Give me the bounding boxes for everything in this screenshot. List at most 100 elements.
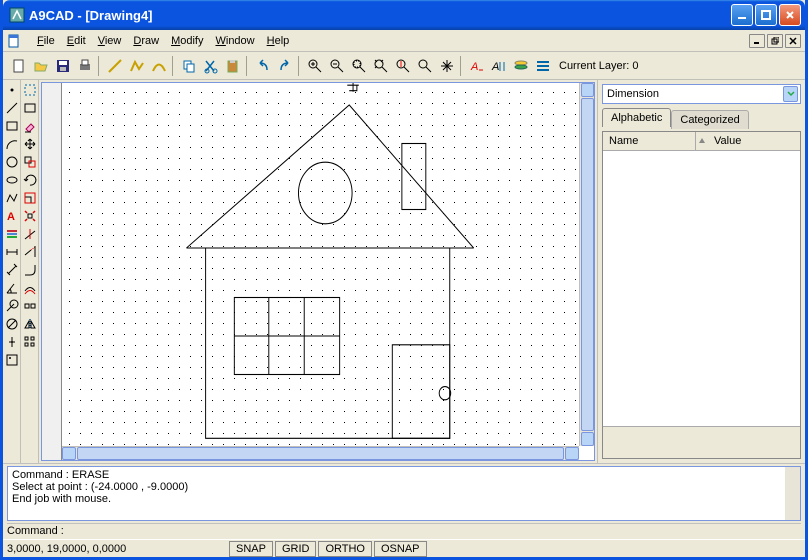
osnap-toggle[interactable]: OSNAP <box>374 541 427 557</box>
circle-tool-icon[interactable] <box>4 154 20 170</box>
copy-icon[interactable] <box>179 56 199 76</box>
section-dropdown-value: Dimension <box>607 88 659 100</box>
zoom-window-icon[interactable] <box>349 56 369 76</box>
modify-tool-column <box>21 80 39 463</box>
tab-categorized[interactable]: Categorized <box>671 110 748 129</box>
menu-draw[interactable]: Draw <box>127 33 165 49</box>
redo-icon[interactable] <box>275 56 295 76</box>
copy-tool-icon[interactable] <box>22 154 38 170</box>
ortho-toggle[interactable]: ORTHO <box>318 541 372 557</box>
undo-icon[interactable] <box>253 56 273 76</box>
trim-tool-icon[interactable] <box>22 226 38 242</box>
dim-radius-icon[interactable] <box>4 298 20 314</box>
column-value-header[interactable]: Value <box>708 132 800 150</box>
open-icon[interactable] <box>31 56 51 76</box>
svg-text:A: A <box>470 61 478 73</box>
extend-tool-icon[interactable] <box>22 244 38 260</box>
new-icon[interactable] <box>9 56 29 76</box>
dim-ordinate-icon[interactable] <box>4 334 20 350</box>
zoom-prev-icon[interactable] <box>415 56 435 76</box>
properties-icon[interactable] <box>533 56 553 76</box>
minimize-button[interactable] <box>731 4 753 26</box>
move-tool-icon[interactable] <box>22 136 38 152</box>
image-tool-icon[interactable] <box>4 352 20 368</box>
select-tool-icon[interactable] <box>22 82 38 98</box>
offset-tool-icon[interactable] <box>22 280 38 296</box>
draw-poly-icon[interactable] <box>127 56 147 76</box>
menu-window[interactable]: Window <box>209 33 260 49</box>
explode-tool-icon[interactable] <box>22 208 38 224</box>
erase-tool-icon[interactable] <box>22 118 38 134</box>
menu-help[interactable]: Help <box>261 33 296 49</box>
draw-curve-icon[interactable] <box>149 56 169 76</box>
scale-tool-icon[interactable] <box>22 190 38 206</box>
fillet-tool-icon[interactable] <box>22 262 38 278</box>
svg-text:A: A <box>7 211 15 223</box>
mdi-minimize-button[interactable] <box>749 34 765 48</box>
ellipse-tool-icon[interactable] <box>4 172 20 188</box>
property-grid[interactable]: Name Value <box>602 131 801 459</box>
zoom-realtime-icon[interactable] <box>393 56 413 76</box>
dim-linear-icon[interactable] <box>4 244 20 260</box>
paste-icon[interactable] <box>223 56 243 76</box>
arc-tool-icon[interactable] <box>4 136 20 152</box>
dim-diameter-icon[interactable] <box>4 316 20 332</box>
box-select-icon[interactable] <box>22 100 38 116</box>
command-history[interactable]: Command : ERASE Select at point : (-24.0… <box>7 466 801 521</box>
svg-text:A: A <box>491 61 499 73</box>
sort-icon[interactable] <box>696 132 708 150</box>
menu-file[interactable]: File <box>31 33 61 49</box>
draw-tool-column: A <box>3 80 21 463</box>
mdi-close-button[interactable] <box>785 34 801 48</box>
command-scrollbar[interactable] <box>785 467 800 520</box>
dim-style-icon[interactable]: A <box>489 56 509 76</box>
canvas-scrollbar-vertical[interactable] <box>579 83 594 446</box>
canvas-scrollbar-horizontal[interactable] <box>62 446 579 460</box>
title-bar: A9CAD - [Drawing4] <box>3 0 805 30</box>
menu-edit[interactable]: Edit <box>61 33 92 49</box>
grid-toggle[interactable]: GRID <box>275 541 317 557</box>
status-bar: 3,0000, 19,0000, 0,0000 SNAP GRID ORTHO … <box>3 539 805 557</box>
current-layer-label: Current Layer: 0 <box>559 60 638 72</box>
zoom-extents-icon[interactable] <box>371 56 391 76</box>
rotate-tool-icon[interactable] <box>22 172 38 188</box>
menu-view[interactable]: View <box>92 33 128 49</box>
close-button[interactable] <box>779 4 801 26</box>
print-icon[interactable] <box>75 56 95 76</box>
polyline-tool-icon[interactable] <box>4 190 20 206</box>
zoom-out-icon[interactable] <box>327 56 347 76</box>
hatch-tool-icon[interactable] <box>4 226 20 242</box>
rect-tool-icon[interactable] <box>4 118 20 134</box>
section-dropdown[interactable]: Dimension <box>602 84 801 104</box>
menu-modify[interactable]: Modify <box>165 33 209 49</box>
snap-toggle[interactable]: SNAP <box>229 541 273 557</box>
mirror-tool-icon[interactable] <box>22 316 38 332</box>
document-icon <box>7 33 23 49</box>
tab-alphabetic[interactable]: Alphabetic <box>602 108 671 127</box>
text-style-icon[interactable]: A <box>467 56 487 76</box>
cmd-line: Command : ERASE <box>12 469 796 481</box>
command-area: Command : ERASE Select at point : (-24.0… <box>3 463 805 539</box>
status-coords: 3,0000, 19,0000, 0,0000 <box>7 543 227 555</box>
mdi-restore-button[interactable] <box>767 34 783 48</box>
menu-bar: File Edit View Draw Modify Window Help <box>3 30 805 52</box>
dim-aligned-icon[interactable] <box>4 262 20 278</box>
pan-icon[interactable] <box>437 56 457 76</box>
properties-panel: Dimension Alphabetic Categorized Name Va… <box>597 80 805 463</box>
maximize-button[interactable] <box>755 4 777 26</box>
layers-icon[interactable] <box>511 56 531 76</box>
line-tool-icon[interactable] <box>4 100 20 116</box>
drawing-canvas[interactable] <box>41 82 595 461</box>
chevron-down-icon <box>783 86 798 102</box>
break-tool-icon[interactable] <box>22 298 38 314</box>
array-tool-icon[interactable] <box>22 334 38 350</box>
cut-icon[interactable] <box>201 56 221 76</box>
draw-line-icon[interactable] <box>105 56 125 76</box>
text-tool-icon[interactable]: A <box>4 208 20 224</box>
save-icon[interactable] <box>53 56 73 76</box>
column-name-header[interactable]: Name <box>603 132 696 150</box>
point-tool-icon[interactable] <box>4 82 20 98</box>
dim-angular-icon[interactable] <box>4 280 20 296</box>
zoom-in-icon[interactable] <box>305 56 325 76</box>
main-toolbar: A A Current Layer: 0 <box>3 52 805 80</box>
